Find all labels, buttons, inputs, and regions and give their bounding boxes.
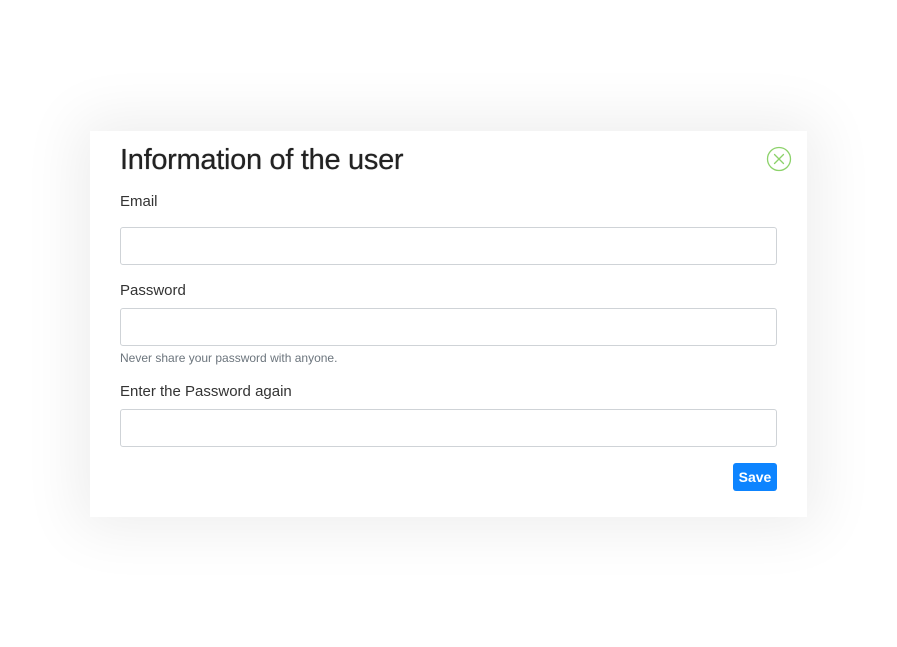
- close-button[interactable]: [766, 146, 792, 172]
- password-confirm-field[interactable]: [120, 409, 777, 447]
- password-confirm-label: Enter the Password again: [120, 383, 292, 400]
- page-background: Information of the user Email Password N…: [0, 0, 897, 647]
- close-circle-icon: [766, 146, 792, 172]
- save-button[interactable]: Save: [733, 463, 777, 491]
- password-label: Password: [120, 282, 186, 299]
- password-field[interactable]: [120, 308, 777, 346]
- user-info-dialog: Information of the user Email Password N…: [90, 131, 807, 517]
- dialog-title: Information of the user: [120, 144, 404, 176]
- email-label: Email: [120, 193, 158, 210]
- email-field[interactable]: [120, 227, 777, 265]
- password-help-text: Never share your password with anyone.: [120, 351, 338, 365]
